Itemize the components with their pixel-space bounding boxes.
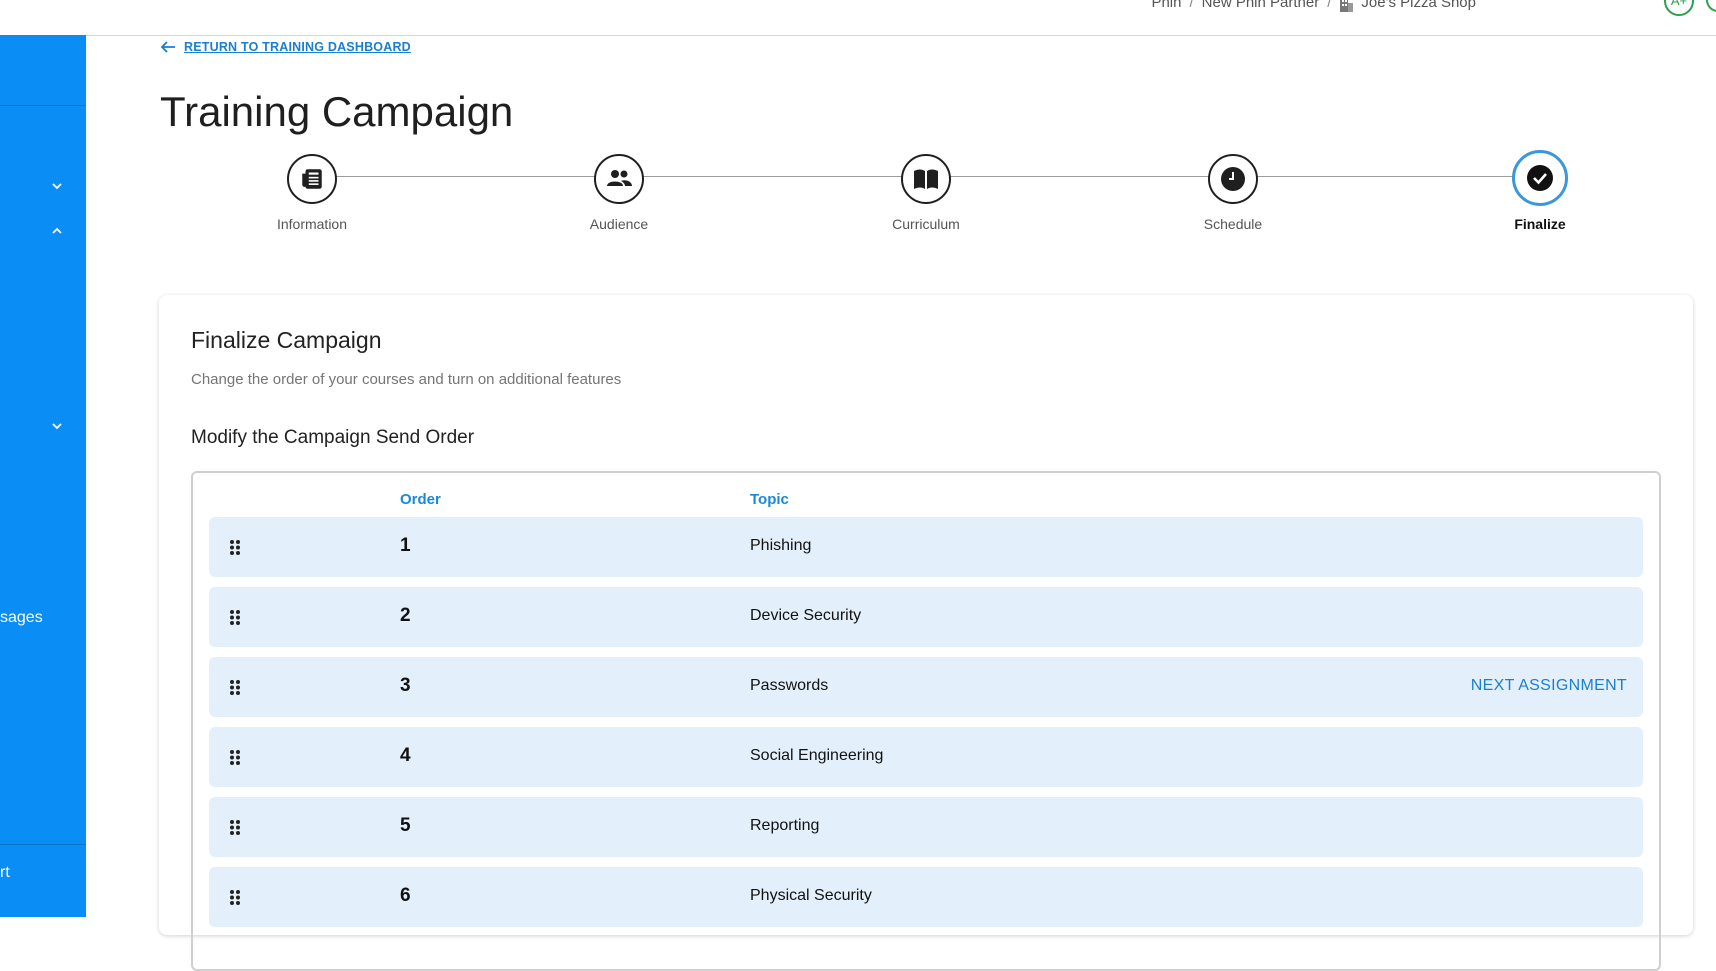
next-assignment-button[interactable]: NEXT ASSIGNMENT [1471, 677, 1627, 695]
table-row[interactable]: 4 Social Engineering [209, 727, 1643, 787]
table-row[interactable]: 6 Physical Security [209, 867, 1643, 927]
clock-icon [1208, 154, 1258, 204]
row-topic: Social Engineering [750, 747, 884, 764]
row-order: 3 [400, 675, 411, 696]
step-schedule[interactable]: Schedule [1153, 154, 1313, 232]
step-label: Schedule [1203, 216, 1263, 232]
card-subtitle: Change the order of your courses and tur… [191, 371, 622, 388]
breadcrumb-separator: / [1327, 0, 1332, 11]
building-icon [1339, 0, 1354, 12]
row-order: 1 [400, 535, 411, 556]
people-icon [594, 154, 644, 204]
table-row[interactable]: 3 Passwords NEXT ASSIGNMENT [209, 657, 1643, 717]
row-topic: Device Security [750, 607, 862, 624]
return-link-label: RETURN TO TRAINING DASHBOARD [184, 40, 411, 54]
return-to-dashboard-link[interactable]: RETURN TO TRAINING DASHBOARD [160, 40, 411, 54]
check-circle-icon [1512, 150, 1568, 206]
page-title: Training Campaign [160, 88, 514, 135]
book-icon [901, 154, 951, 204]
column-header-topic[interactable]: Topic [750, 491, 789, 508]
breadcrumb-item-phin[interactable]: Phin [1151, 0, 1181, 11]
step-curriculum[interactable]: Curriculum [846, 154, 1006, 232]
sidebar: sages rt [0, 35, 86, 917]
breadcrumb-item-partner[interactable]: New Phin Partner [1202, 0, 1320, 11]
section-title: Modify the Campaign Send Order [191, 427, 475, 448]
top-bar: Phin / New Phin Partner / Joe's Pizza Sh… [0, 0, 1716, 36]
drag-handle-icon[interactable] [229, 889, 241, 906]
breadcrumb-separator: / [1189, 0, 1194, 11]
sidebar-item-messages-label[interactable]: sages [0, 609, 43, 627]
step-label: Curriculum [892, 216, 960, 232]
avatar[interactable]: A+ [1664, 0, 1694, 16]
breadcrumb-item-client[interactable]: Joe's Pizza Shop [1361, 0, 1476, 11]
row-topic: Physical Security [750, 887, 872, 904]
row-order: 2 [400, 605, 411, 626]
campaign-stepper: Information Audience Curriculum Schedule… [270, 150, 1580, 250]
sidebar-divider [0, 844, 86, 845]
step-label: Finalize [1514, 216, 1566, 232]
table-row[interactable]: 5 Reporting [209, 797, 1643, 857]
breadcrumb: Phin / New Phin Partner / Joe's Pizza Sh… [1151, 0, 1476, 12]
row-order: 6 [400, 885, 411, 906]
row-topic: Phishing [750, 537, 812, 554]
step-label: Information [276, 216, 348, 232]
arrow-left-icon [160, 41, 175, 53]
send-order-table: Order Topic 1 Phishing 2 Device Security… [191, 471, 1661, 971]
table-row[interactable]: 2 Device Security [209, 587, 1643, 647]
sidebar-item-report-label[interactable]: rt [0, 864, 10, 882]
drag-handle-icon[interactable] [229, 609, 241, 626]
sidebar-divider [0, 105, 86, 106]
row-topic: Passwords [750, 677, 829, 694]
column-header-order[interactable]: Order [400, 491, 441, 508]
newspaper-icon [287, 154, 337, 204]
row-order: 5 [400, 815, 411, 836]
row-topic: Reporting [750, 817, 820, 834]
step-information[interactable]: Information [232, 154, 392, 232]
drag-handle-icon[interactable] [229, 819, 241, 836]
card-title: Finalize Campaign [191, 327, 382, 353]
row-order: 4 [400, 745, 411, 766]
chevron-up-icon[interactable] [50, 224, 64, 238]
step-audience[interactable]: Audience [539, 154, 699, 232]
drag-handle-icon[interactable] [229, 539, 241, 556]
step-finalize[interactable]: Finalize [1460, 150, 1620, 232]
table-row[interactable]: 1 Phishing [209, 517, 1643, 577]
account-icon[interactable] [1706, 0, 1716, 12]
drag-handle-icon[interactable] [229, 679, 241, 696]
finalize-campaign-card: Finalize Campaign Change the order of yo… [159, 295, 1693, 971]
chevron-down-icon[interactable] [50, 179, 64, 193]
drag-handle-icon[interactable] [229, 749, 241, 766]
chevron-down-icon[interactable] [50, 419, 64, 433]
step-label: Audience [589, 216, 649, 232]
